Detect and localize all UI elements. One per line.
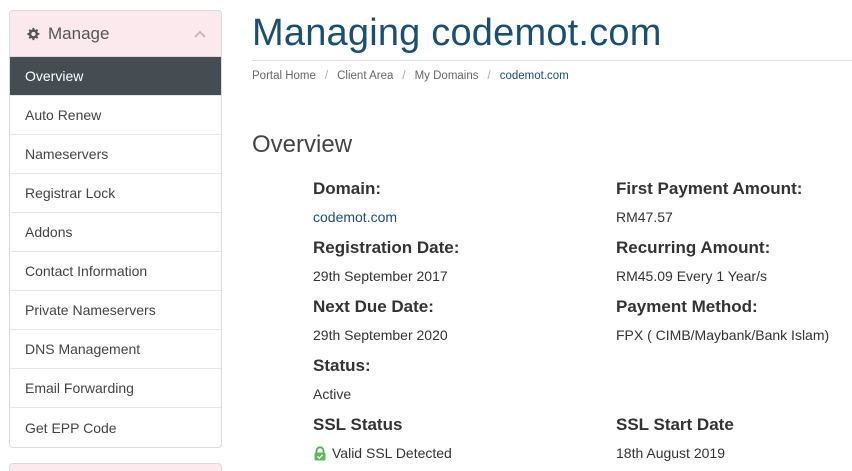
first-payment-label: First Payment Amount: [616,179,803,198]
gear-icon [27,27,40,40]
next-due-date-value: 29th September 2020 [313,327,448,343]
chevron-up-icon[interactable] [193,29,207,39]
sidebar-item-label: Email Forwarding [25,380,134,396]
sidebar-item-label: Auto Renew [25,107,102,123]
overview-heading: Overview [252,131,353,158]
ssl-status-value: Valid SSL Detected [332,445,452,461]
status-value: Active [313,386,352,402]
recurring-amount-value: RM45.09 Every 1 Year/s [616,268,767,284]
sidebar-item-dns-management[interactable]: DNS Management [10,330,221,369]
breadcrumb-separator: / [487,70,491,82]
sidebar-item-auto-renew[interactable]: Auto Renew [10,96,221,135]
breadcrumb-separator: / [402,70,406,82]
sidebar-secondary-panel [9,463,222,471]
sidebar-item-label: Registrar Lock [25,185,116,201]
sidebar-item-registrar-lock[interactable]: Registrar Lock [10,174,221,213]
title-divider [252,60,852,61]
sidebar-item-overview[interactable]: Overview [10,57,221,96]
payment-method-label: Payment Method: [616,297,758,316]
status-label: Status: [313,356,371,375]
breadcrumb-separator: / [324,70,329,82]
lock-icon [314,446,326,461]
sidebar-item-label: Addons [25,224,73,240]
sidebar-item-contact-information[interactable]: Contact Information [10,252,221,291]
breadcrumb-client-area[interactable]: Client Area [337,70,393,82]
domain-value[interactable]: codemot.com [313,209,397,225]
breadcrumb-current: codemot.com [499,70,569,82]
breadcrumb: Portal Home / Client Area / My Domains /… [252,70,569,82]
sidebar-item-get-epp-code[interactable]: Get EPP Code [10,408,221,447]
sidebar-item-label: Overview [25,68,84,84]
sidebar-item-email-forwarding[interactable]: Email Forwarding [10,369,221,408]
sidebar-title: Manage [48,23,110,43]
sidebar-item-label: Contact Information [25,263,148,279]
ssl-status-label: SSL Status [313,415,403,434]
breadcrumb-my-domains[interactable]: My Domains [415,70,479,82]
sidebar-item-label: Nameservers [25,146,109,162]
ssl-start-date-label: SSL Start Date [616,415,734,434]
page-title: Managing codemot.com [252,12,662,54]
sidebar-item-label: DNS Management [25,341,141,357]
sidebar-item-label: Private Nameservers [25,302,156,318]
sidebar-header[interactable]: Manage [10,11,221,57]
sidebar-manage-panel: Manage Overview Auto Renew Nameservers R… [9,10,222,448]
sidebar-item-addons[interactable]: Addons [10,213,221,252]
sidebar-item-private-nameservers[interactable]: Private Nameservers [10,291,221,330]
sidebar-item-nameservers[interactable]: Nameservers [10,135,221,174]
first-payment-value: RM47.57 [616,209,673,225]
breadcrumb-portal-home[interactable]: Portal Home [252,70,316,82]
ssl-status-value-row: Valid SSL Detected [313,445,452,461]
domain-label: Domain: [313,179,381,198]
recurring-amount-label: Recurring Amount: [616,238,771,257]
payment-method-value: FPX ( CIMB/Maybank/Bank Islam) [616,327,830,343]
ssl-start-date-value: 18th August 2019 [616,445,725,461]
sidebar-item-label: Get EPP Code [25,419,117,436]
registration-date-value: 29th September 2017 [313,268,448,284]
registration-date-label: Registration Date: [313,238,460,257]
next-due-date-label: Next Due Date: [313,297,434,316]
